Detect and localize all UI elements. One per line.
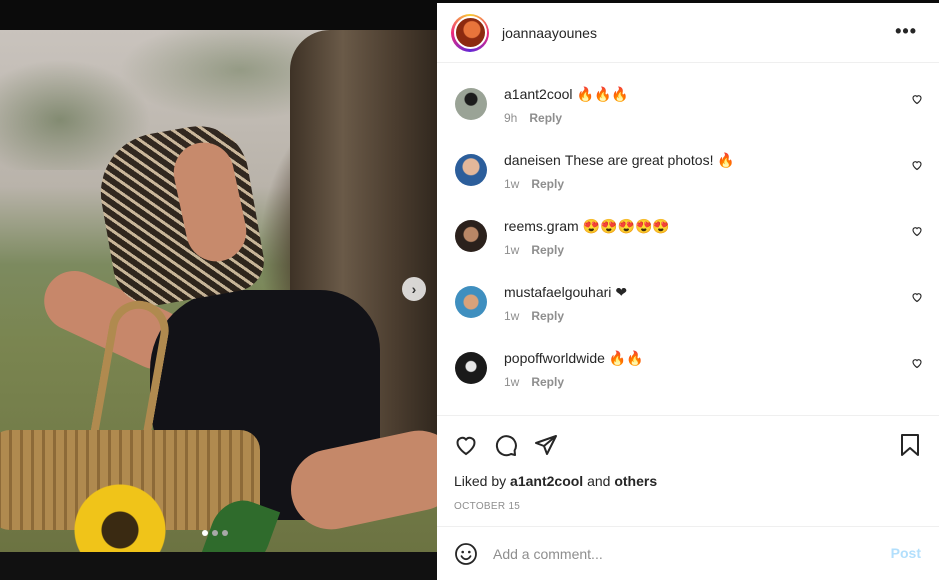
comment-item: reems.gram 😍😍😍😍😍 1w Reply	[437, 217, 939, 283]
comment-item: mustafaelgouhari ❤ 1w Reply	[437, 283, 939, 349]
post-media[interactable]: ›	[0, 30, 437, 552]
commenter-username[interactable]: mustafaelgouhari	[504, 284, 611, 300]
comment-text: ❤	[615, 284, 628, 300]
carousel-dot	[202, 530, 208, 536]
more-icon[interactable]: •••	[895, 21, 917, 42]
comment-text: 😍😍😍😍😍	[582, 218, 670, 234]
commenter-avatar[interactable]	[455, 286, 487, 318]
comment-item: daneisen These are great photos! 🔥 1w Repl…	[437, 151, 939, 217]
carousel-dot	[212, 530, 218, 536]
heart-icon[interactable]	[911, 159, 923, 171]
comment-text: 🔥🔥	[608, 350, 644, 366]
commenter-avatar[interactable]	[455, 220, 487, 252]
commenter-username[interactable]: popoffworldwide	[504, 350, 605, 366]
bookmark-icon[interactable]	[899, 433, 921, 457]
share-icon[interactable]	[534, 433, 558, 457]
author-avatar[interactable]	[451, 13, 489, 52]
author-avatar-image	[453, 16, 487, 49]
carousel-indicator	[202, 530, 228, 536]
likes-prefix: Liked by	[454, 473, 507, 489]
reply-button[interactable]: Reply	[531, 177, 564, 191]
commenter-avatar[interactable]	[455, 352, 487, 384]
carousel-next-button[interactable]: ›	[402, 277, 426, 301]
post-header: joannaayounes •••	[437, 3, 939, 63]
chevron-right-icon: ›	[411, 281, 417, 297]
reply-button[interactable]: Reply	[531, 375, 564, 389]
likes-others[interactable]: others	[614, 473, 657, 489]
comment-time: 1w	[504, 375, 520, 389]
heart-icon[interactable]	[911, 225, 923, 237]
commenter-avatar[interactable]	[455, 88, 487, 120]
comments-list: a1ant2cool 🔥🔥🔥 9h Reply daneisen These are …	[437, 63, 939, 415]
carousel-dot	[222, 530, 228, 536]
heart-icon[interactable]	[911, 291, 923, 303]
emoji-icon[interactable]	[454, 542, 478, 566]
post-sidebar: joannaayounes ••• a1ant2cool 🔥🔥🔥 9h Reply …	[437, 3, 939, 580]
comment-item: a1ant2cool 🔥🔥🔥 9h Reply	[437, 85, 939, 151]
commenter-username[interactable]: reems.gram	[504, 218, 579, 234]
comment-input[interactable]	[493, 545, 853, 562]
commenter-username[interactable]: a1ant2cool	[504, 86, 573, 102]
comment-composer: Post	[437, 526, 939, 580]
commenter-username[interactable]: daneisen	[504, 152, 561, 168]
heart-icon[interactable]	[911, 93, 923, 105]
commenter-avatar[interactable]	[455, 154, 487, 186]
likes-and: and	[587, 473, 611, 489]
comment-text: These are great photos! 🔥	[564, 152, 735, 168]
comment-time: 1w	[504, 243, 520, 257]
comment-time: 1w	[504, 177, 520, 191]
post-modal: › joannaayounes ••• a1ant2cool 🔥🔥🔥 9h Repl…	[0, 0, 939, 580]
reply-button[interactable]: Reply	[531, 309, 564, 323]
comment-text: 🔥🔥🔥	[576, 86, 629, 102]
likes-user[interactable]: a1ant2cool	[510, 473, 583, 489]
post-actions	[437, 415, 939, 473]
post-comment-button[interactable]: Post	[891, 545, 921, 561]
comment-time: 9h	[504, 111, 518, 125]
comment-item: popoffworldwide 🔥🔥 1w Reply	[437, 349, 939, 415]
reply-button[interactable]: Reply	[531, 243, 564, 257]
heart-icon[interactable]	[454, 433, 478, 457]
post-date[interactable]: OCTOBER 15	[437, 501, 939, 512]
reply-button[interactable]: Reply	[529, 111, 562, 125]
comment-time: 1w	[504, 309, 520, 323]
heart-icon[interactable]	[911, 357, 923, 369]
comment-icon[interactable]	[494, 433, 518, 457]
likes-summary: Liked by a1ant2cool and others	[437, 473, 939, 489]
author-username[interactable]: joannaayounes	[502, 25, 597, 41]
